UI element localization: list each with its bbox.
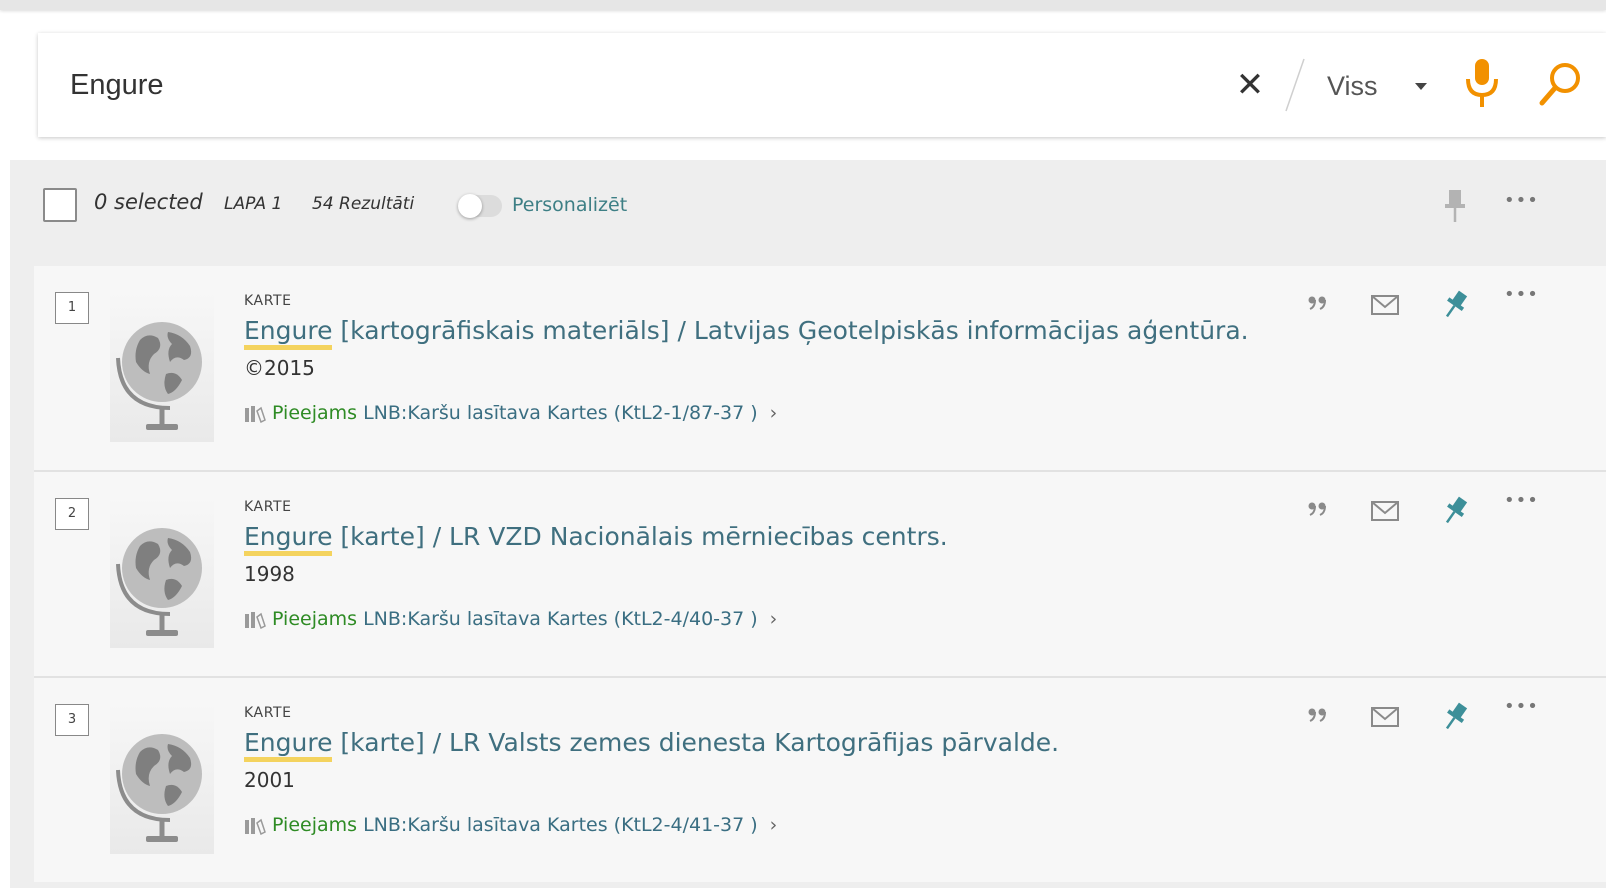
more-options-icon[interactable]: ••• xyxy=(1504,490,1538,524)
book-icon xyxy=(245,405,266,423)
publication-year: 2001 xyxy=(244,768,295,792)
citation-icon[interactable] xyxy=(1302,288,1336,322)
results-area: 0 selected LAPA 1 54 Rezultāti Personali… xyxy=(10,160,1606,888)
globe-thumbnail[interactable] xyxy=(110,498,214,648)
citation-icon[interactable] xyxy=(1302,494,1336,528)
top-bar xyxy=(0,0,1606,10)
availability-link[interactable]: Pieejams LNB:Karšu lasītava Kartes (KtL2… xyxy=(244,814,777,840)
availability-status: Pieejams xyxy=(272,608,358,630)
result-item: 1 KARTE Engure [kartogrāfiskais materiāl… xyxy=(34,266,1606,472)
chevron-right-icon: › xyxy=(769,608,778,630)
result-item: 3 KARTE Engure [karte] / LR Valsts zemes… xyxy=(34,678,1606,882)
globe-thumbnail[interactable] xyxy=(110,704,214,854)
result-title[interactable]: Engure [karte] / LR VZD Nacionālais mērn… xyxy=(244,522,948,556)
book-icon xyxy=(245,611,266,629)
more-options-icon[interactable]: ••• xyxy=(1504,696,1538,730)
book-icon xyxy=(245,817,266,835)
results-toolbar: 0 selected LAPA 1 54 Rezultāti Personali… xyxy=(10,160,1606,252)
close-icon[interactable]: ✕ xyxy=(1230,63,1270,107)
toggle-knob xyxy=(458,194,482,218)
chevron-down-icon xyxy=(1415,83,1427,90)
search-divider xyxy=(1285,58,1305,112)
title-highlight: Engure xyxy=(244,316,333,350)
title-highlight: Engure xyxy=(244,728,333,762)
availability-status: Pieejams xyxy=(272,402,358,424)
more-options-icon[interactable]: ••• xyxy=(1504,284,1538,318)
email-icon[interactable] xyxy=(1368,494,1402,528)
availability-status: Pieejams xyxy=(272,814,358,836)
result-title[interactable]: Engure [kartogrāfiskais materiāls] / Lat… xyxy=(244,316,1249,350)
selected-count: 0 selected xyxy=(94,190,203,214)
title-text: [karte] / LR Valsts zemes dienesta Karto… xyxy=(332,728,1060,757)
availability-link[interactable]: Pieejams LNB:Karšu lasītava Kartes (KtL2… xyxy=(244,608,777,634)
citation-icon[interactable] xyxy=(1302,700,1336,734)
resource-type: KARTE xyxy=(244,705,292,721)
result-title[interactable]: Engure [karte] / LR Valsts zemes dienest… xyxy=(244,728,1060,762)
pin-icon[interactable] xyxy=(1438,700,1472,734)
pin-icon[interactable] xyxy=(1440,186,1470,226)
result-item: 2 KARTE Engure [karte] / LR VZD Nacionāl… xyxy=(34,472,1606,678)
search-icon[interactable] xyxy=(1534,57,1586,113)
search-scope-select[interactable]: Viss xyxy=(1323,63,1443,113)
availability-location: LNB:Karšu lasītava Kartes (KtL2-4/40-37 … xyxy=(363,608,758,630)
availability-location: LNB:Karšu lasītava Kartes (KtL2-4/41-37 … xyxy=(363,814,758,836)
title-text: [kartogrāfiskais materiāls] / Latvijas Ģ… xyxy=(332,316,1249,345)
pin-icon[interactable] xyxy=(1438,288,1472,322)
result-number[interactable]: 3 xyxy=(55,704,89,736)
availability-link[interactable]: Pieejams LNB:Karšu lasītava Kartes (KtL2… xyxy=(244,402,777,428)
result-number[interactable]: 2 xyxy=(55,498,89,530)
resource-type: KARTE xyxy=(244,293,292,309)
globe-thumbnail[interactable] xyxy=(110,292,214,442)
title-text: [karte] / LR VZD Nacionālais mērniecības… xyxy=(332,522,948,551)
email-icon[interactable] xyxy=(1368,700,1402,734)
chevron-right-icon: › xyxy=(769,814,778,836)
personalize-label[interactable]: Personalizēt xyxy=(512,194,627,216)
result-number[interactable]: 1 xyxy=(55,292,89,324)
resource-type: KARTE xyxy=(244,499,292,515)
email-icon[interactable] xyxy=(1368,288,1402,322)
pin-icon[interactable] xyxy=(1438,494,1472,528)
title-highlight: Engure xyxy=(244,522,333,556)
results-count: 54 Rezultāti xyxy=(312,194,415,214)
publication-year: 1998 xyxy=(244,562,295,586)
personalize-toggle[interactable] xyxy=(458,194,502,218)
more-options-icon[interactable]: ••• xyxy=(1504,190,1539,211)
publication-year: ©2015 xyxy=(244,356,315,380)
search-bar: ✕ Viss xyxy=(38,33,1606,137)
chevron-right-icon: › xyxy=(769,402,778,424)
search-scope-label: Viss xyxy=(1327,71,1378,101)
select-all-checkbox[interactable] xyxy=(43,188,77,222)
page-label: LAPA 1 xyxy=(224,194,283,214)
availability-location: LNB:Karšu lasītava Kartes (KtL2-1/87-37 … xyxy=(363,402,758,424)
microphone-icon[interactable] xyxy=(1458,55,1506,113)
search-input[interactable] xyxy=(70,63,1170,107)
